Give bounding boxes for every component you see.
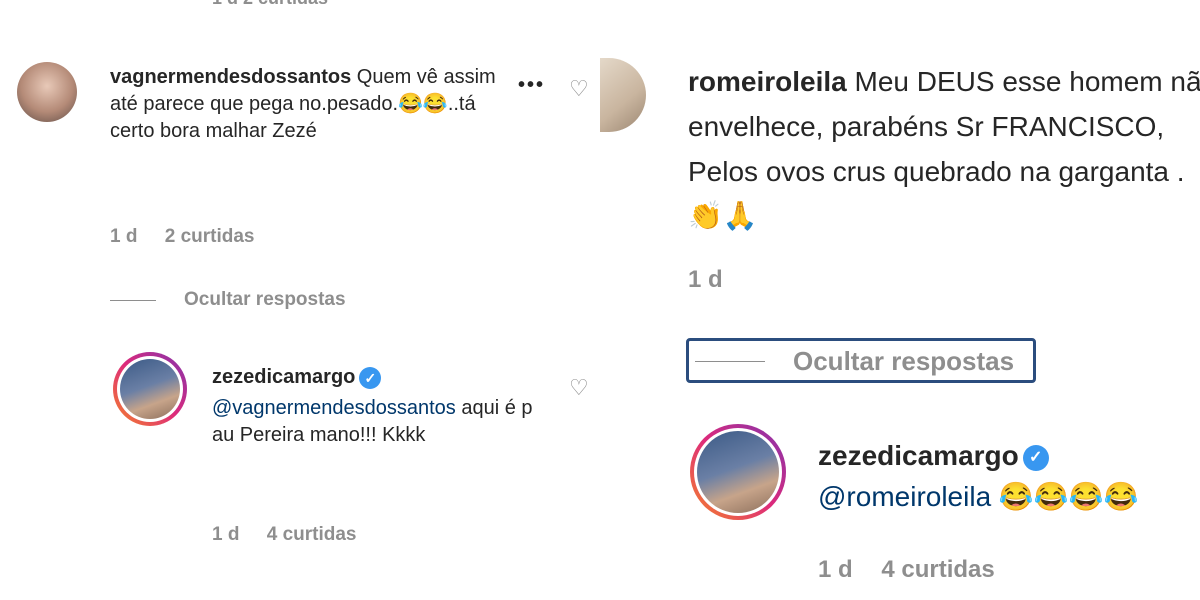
- reply-username[interactable]: zezedicamargo: [818, 440, 1019, 471]
- right-screenshot-panel: romeiroleila Meu DEUS esse homem não env…: [600, 0, 1200, 600]
- avatar[interactable]: [17, 62, 77, 122]
- verified-badge-icon: ✓: [1022, 444, 1049, 471]
- avatar[interactable]: [600, 58, 646, 132]
- comment-meta: 1 d 2 curtidas: [110, 226, 277, 248]
- left-screenshot-panel: 1 d 2 curtidas vagnermendesdossantos Que…: [0, 0, 600, 600]
- hide-replies-label: Ocultar respostas: [793, 346, 1015, 376]
- reply-body: zezedicamargo ✓ @romeiroleila 😂😂😂😂: [818, 436, 1198, 517]
- reply-body: zezedicamargo ✓ @vagnermendesdossantos aq…: [212, 364, 542, 448]
- reply-meta: 1 d 4 curtidas: [818, 556, 1017, 584]
- reply-likes[interactable]: 4 curtidas: [267, 524, 357, 545]
- reply-mention[interactable]: @vagnermendesdossantos: [212, 397, 456, 419]
- reply-time: 1 d: [212, 524, 240, 545]
- heart-icon[interactable]: ♡: [569, 78, 589, 100]
- comment-time: 1 d: [110, 226, 138, 247]
- reply-avatar[interactable]: [113, 352, 187, 426]
- replies-divider-line: [110, 299, 156, 301]
- comment-username[interactable]: vagnermendesdossantos: [110, 66, 351, 88]
- reply-time: 1 d: [818, 556, 853, 583]
- hide-replies-button[interactable]: Ocultar respostas: [110, 289, 346, 311]
- comment-meta: 1 d: [688, 266, 745, 294]
- comment-body: romeiroleila Meu DEUS esse homem não env…: [688, 60, 1200, 239]
- comment-likes[interactable]: 2 curtidas: [165, 226, 255, 247]
- reply-heart-icon[interactable]: ♡: [569, 377, 589, 399]
- comment-username[interactable]: romeiroleila: [688, 66, 847, 97]
- replies-divider-line: [695, 361, 765, 362]
- verified-badge-icon: ✓: [359, 366, 382, 389]
- reply-mention[interactable]: @romeiroleila: [818, 481, 991, 512]
- previous-comment-meta: 1 d 2 curtidas: [212, 0, 328, 9]
- reply-avatar[interactable]: [690, 424, 786, 520]
- reply-username[interactable]: zezedicamargo: [212, 366, 355, 388]
- hide-replies-label: Ocultar respostas: [184, 289, 346, 310]
- reply-text: 😂😂😂😂: [998, 480, 1139, 512]
- comment-time: 1 d: [688, 266, 723, 293]
- reply-meta: 1 d 4 curtidas: [212, 524, 379, 546]
- comment-body: vagnermendesdossantos Quem vê assim até …: [110, 64, 510, 144]
- reply-likes[interactable]: 4 curtidas: [881, 556, 994, 583]
- hide-replies-button[interactable]: Ocultar respostas: [686, 338, 1036, 383]
- more-dots-icon[interactable]: •••: [518, 74, 545, 97]
